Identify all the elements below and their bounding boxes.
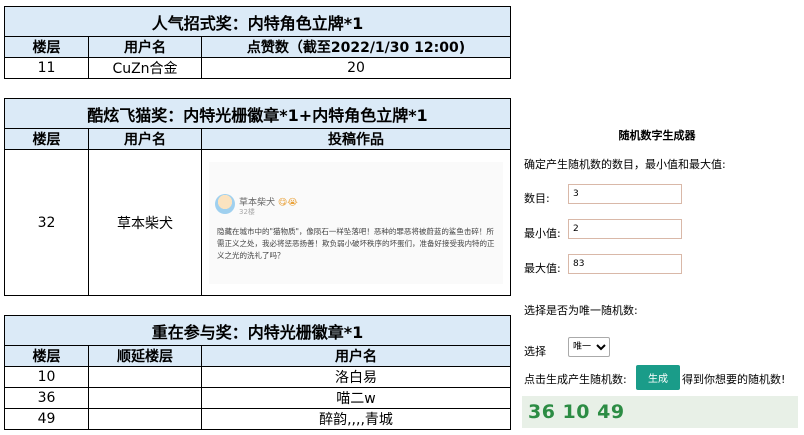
table-row: 32 草本柴犬 草本柴犬 😋😭 32楼 隐藏在城市中的"猫物质"，像陨石一样坠落…	[4, 149, 511, 296]
count-label: 数目:	[524, 192, 550, 205]
header-floor: 楼层	[4, 128, 89, 150]
min-input[interactable]	[568, 219, 682, 239]
user-cell: 喵二w	[201, 387, 511, 409]
count-row: 数目:	[524, 184, 682, 206]
post-floor: 32楼	[239, 207, 255, 216]
header-user: 用户名	[201, 345, 511, 367]
emoji-icon: 😋😭	[277, 197, 298, 208]
table-row: 49 醉韵,,,,青城	[4, 408, 511, 430]
unique-select[interactable]: 唯一	[568, 337, 610, 357]
header-user: 用户名	[88, 36, 202, 58]
header-floor: 楼层	[4, 36, 89, 58]
unique-label: 选择是否为唯一随机数:	[524, 304, 638, 317]
action-row: 点击生成产生随机数: 生成 得到你想要的随机数!	[524, 365, 785, 390]
table-row: 10 洛白易	[4, 366, 511, 388]
min-label: 最小值:	[524, 227, 561, 240]
generate-button[interactable]: 生成	[636, 365, 680, 390]
count-input[interactable]	[568, 184, 682, 204]
after-label: 得到你想要的随机数!	[682, 373, 786, 386]
floor-cell: 36	[4, 387, 89, 409]
max-label: 最大值:	[524, 262, 561, 275]
popular-award-table: 人气招式奖：内特角色立牌*1 楼层 用户名 点赞数（截至2022/1/30 12…	[4, 6, 511, 79]
avatar	[215, 193, 235, 214]
header-next-floor: 顺延楼层	[88, 345, 202, 367]
user-cell: 洛白易	[201, 366, 511, 388]
post-text: 隐藏在城市中的"猫物质"，像陨石一样坠落吧！恶种的罪恶将被蔚蓝的鲨鱼击碎！所需正…	[217, 226, 495, 260]
select-row: 选择 唯一	[524, 337, 610, 359]
header-user: 用户名	[88, 128, 202, 150]
floor-cell: 32	[4, 149, 89, 296]
min-row: 最小值:	[524, 219, 682, 241]
user-cell: 草本柴犬	[88, 149, 202, 296]
max-input[interactable]	[568, 254, 682, 274]
next-floor-cell	[88, 387, 202, 409]
header-likes: 点赞数（截至2022/1/30 12:00)	[201, 36, 511, 58]
post-screenshot: 草本柴犬 😋😭 32楼 隐藏在城市中的"猫物质"，像陨石一样坠落吧！恶种的罪恶将…	[209, 161, 503, 284]
max-row: 最大值:	[524, 254, 682, 276]
work-cell: 草本柴犬 😋😭 32楼 隐藏在城市中的"猫物质"，像陨石一样坠落吧！恶种的罪恶将…	[201, 149, 511, 296]
select-label: 选择	[524, 345, 546, 358]
header-work: 投稿作品	[201, 128, 511, 150]
user-cell: CuZn合金	[88, 57, 202, 79]
next-floor-cell	[88, 408, 202, 430]
popular-award-title: 人气招式奖：内特角色立牌*1	[4, 6, 511, 37]
likes-cell: 20	[201, 57, 511, 79]
cool-award-table: 酷炫飞猫奖：内特光栅徽章*1+内特角色立牌*1 楼层 用户名 投稿作品 32 草…	[4, 98, 511, 296]
participation-award-table: 重在参与奖：内特光栅徽章*1 楼层 顺延楼层 用户名 10 洛白易 36 喵二w…	[4, 315, 511, 430]
cool-award-title: 酷炫飞猫奖：内特光栅徽章*1+内特角色立牌*1	[4, 98, 511, 129]
table-row: 36 喵二w	[4, 387, 511, 409]
participation-award-title: 重在参与奖：内特光栅徽章*1	[4, 315, 511, 346]
user-cell: 醉韵,,,,青城	[201, 408, 511, 430]
floor-cell: 10	[4, 366, 89, 388]
floor-cell: 49	[4, 408, 89, 430]
result-display: 36 10 49	[522, 396, 798, 428]
action-label: 点击生成产生随机数:	[524, 373, 627, 386]
header-floor: 楼层	[4, 345, 89, 367]
generator-description: 确定产生随机数的数目，最小值和最大值:	[524, 158, 726, 171]
floor-cell: 11	[4, 57, 89, 79]
table-row: 11 CuZn合金 20	[4, 57, 511, 79]
next-floor-cell	[88, 366, 202, 388]
generator-title: 随机数字生成器	[618, 129, 696, 142]
